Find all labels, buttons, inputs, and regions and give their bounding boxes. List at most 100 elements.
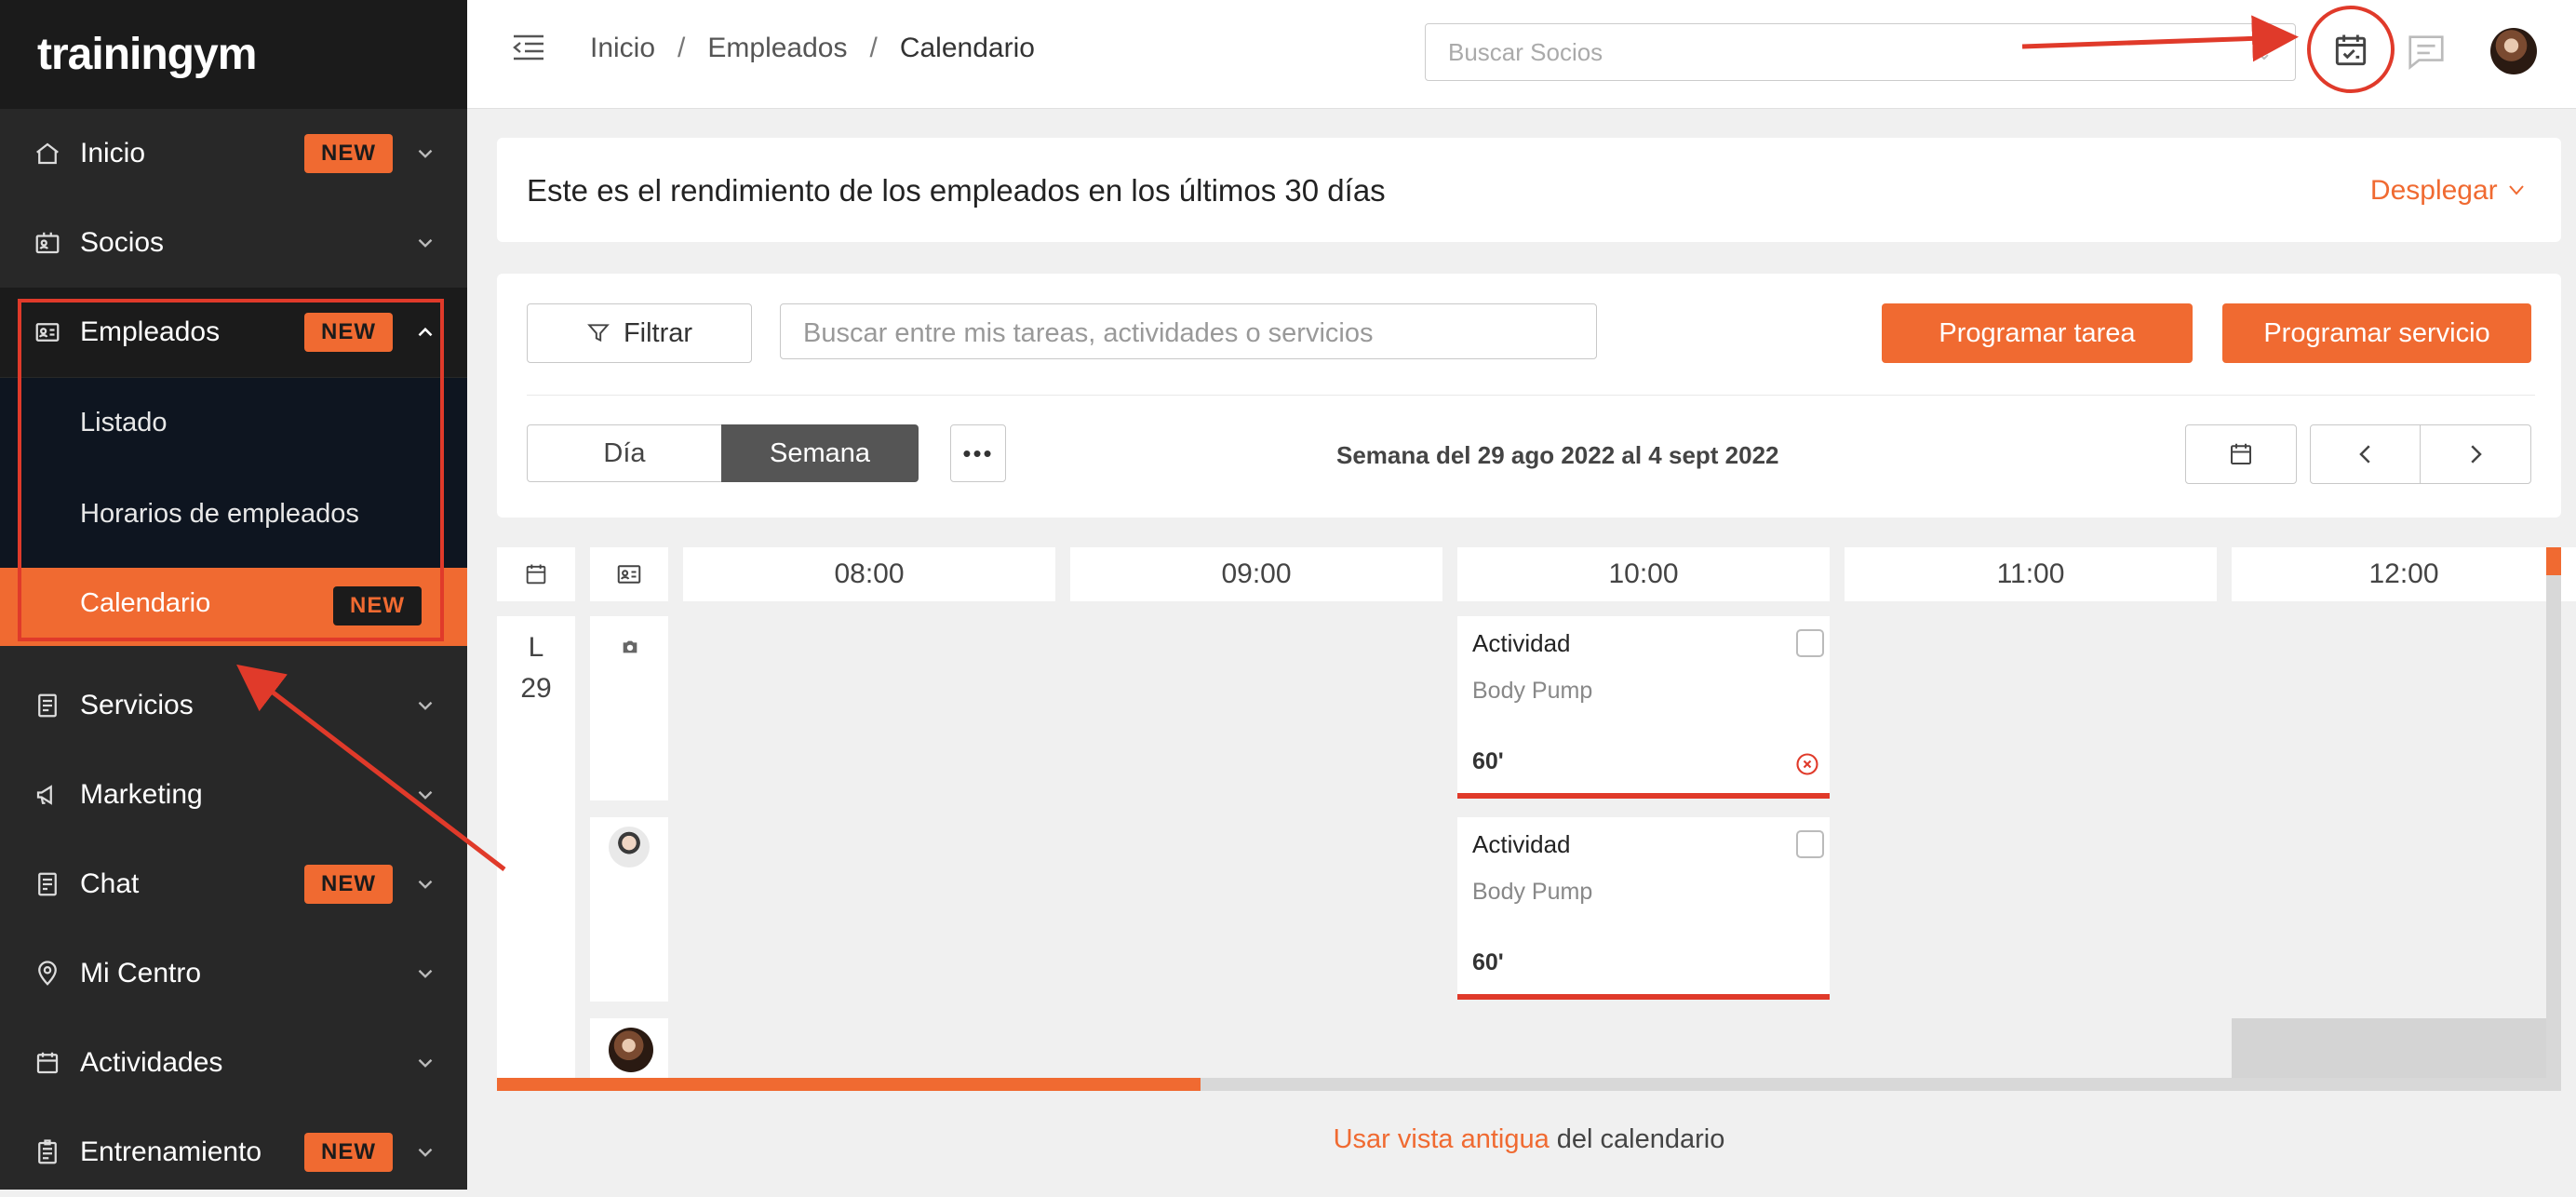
sidebar-item-inicio[interactable]: Inicio NEW <box>0 109 467 198</box>
more-options-button[interactable]: ••• <box>950 424 1006 482</box>
chevron-down-icon: ⌄ <box>2255 41 2273 64</box>
new-badge: NEW <box>304 1133 393 1172</box>
schedule-service-button[interactable]: Programar servicio <box>2222 303 2531 363</box>
message-icon[interactable] <box>2405 30 2448 73</box>
calendar-toolbar: Filtrar Buscar entre mis tareas, activid… <box>497 274 2561 518</box>
new-badge: NEW <box>304 865 393 904</box>
breadcrumb: Inicio / Empleados / Calendario <box>590 33 1035 64</box>
clipboard-icon <box>34 1138 61 1166</box>
event-name: Body Pump <box>1472 678 1593 704</box>
previous-week-button[interactable] <box>2310 424 2422 484</box>
chevron-down-icon <box>418 969 433 978</box>
chevron-down-icon <box>418 238 433 248</box>
sidebar-item-label: Inicio <box>80 138 146 168</box>
expand-link[interactable]: Desplegar <box>2370 175 2528 207</box>
home-icon <box>34 140 61 168</box>
breadcrumb-separator: / <box>678 33 686 63</box>
calendar-grid: 08:00 09:00 10:00 11:00 12:00 L 29 Activ… <box>497 545 2576 1080</box>
filter-label: Filtrar <box>623 317 693 348</box>
filter-icon <box>587 324 610 343</box>
menu-collapse-icon[interactable] <box>512 34 545 61</box>
sidebar-item-label: Mi Centro <box>80 958 202 989</box>
new-badge: NEW <box>304 134 393 173</box>
view-week-button[interactable]: Semana <box>721 424 919 482</box>
footer-text: del calendario <box>1549 1124 1725 1154</box>
sidebar-item-mi-centro[interactable]: Mi Centro <box>0 929 467 1018</box>
filter-button[interactable]: Filtrar <box>527 303 752 363</box>
camera-icon <box>623 640 637 653</box>
vertical-scrollbar[interactable] <box>2546 547 2561 1091</box>
horizontal-scrollbar[interactable] <box>497 1078 2546 1091</box>
employee-cell <box>590 616 668 800</box>
sidebar-item-label: Servicios <box>80 690 194 720</box>
hour-header: 09:00 <box>1070 547 1442 601</box>
brand-logo: trainingym <box>0 0 467 109</box>
chevron-right-icon <box>2471 445 2482 464</box>
day-cell: L 29 <box>497 616 575 1080</box>
calendar-event[interactable]: Actividad Body Pump 60' <box>1457 817 1830 1000</box>
hour-header: 11:00 <box>1845 547 2217 601</box>
breadcrumb-empleados[interactable]: Empleados <box>707 33 847 64</box>
task-search-input[interactable]: Buscar entre mis tareas, actividades o s… <box>780 303 1597 359</box>
sidebar-item-label: Marketing <box>80 779 203 810</box>
horizontal-scrollbar-thumb[interactable] <box>497 1078 1201 1091</box>
view-day-button[interactable]: Día <box>527 424 722 482</box>
calendar-icon <box>526 564 546 585</box>
chevron-down-icon <box>418 1148 433 1157</box>
sidebar-item-chat[interactable]: Chat NEW <box>0 840 467 929</box>
employee-column-header <box>590 547 668 601</box>
cancel-circle-icon[interactable] <box>1794 751 1820 777</box>
event-type: Actividad <box>1472 830 1571 858</box>
day-letter: L <box>528 632 544 663</box>
chevron-down-icon <box>418 1058 433 1068</box>
schedule-task-button[interactable]: Programar tarea <box>1882 303 2193 363</box>
chevron-down-icon <box>418 790 433 800</box>
hour-header: 12:00 <box>2232 547 2576 601</box>
employee-card-icon <box>617 565 641 584</box>
employee-avatar[interactable] <box>609 1028 653 1072</box>
document-icon <box>34 692 61 720</box>
top-bar: Inicio / Empleados / Calendario Buscar S… <box>467 0 2576 109</box>
employee-cell <box>590 1018 668 1080</box>
event-duration: 60' <box>1472 949 1504 975</box>
sidebar-item-entrenamiento[interactable]: Entrenamiento NEW <box>0 1108 467 1197</box>
event-checkbox[interactable] <box>1796 629 1824 657</box>
annotation-highlight-circle <box>2307 6 2395 93</box>
sidebar-item-actividades[interactable]: Actividades <box>0 1018 467 1108</box>
id-card-icon <box>34 229 61 257</box>
vertical-scrollbar-thumb[interactable] <box>2546 547 2561 575</box>
employee-cell <box>590 817 668 1002</box>
chevron-down-icon <box>418 880 433 889</box>
week-range-label: Semana del 29 ago 2022 al 4 sept 2022 <box>1336 441 1779 469</box>
chevron-left-icon <box>2359 445 2370 464</box>
member-search-input[interactable]: Buscar Socios ⌄ <box>1425 23 2296 81</box>
next-week-button[interactable] <box>2420 424 2531 484</box>
annotation-highlight-box <box>18 299 444 641</box>
sidebar-item-label: Entrenamiento <box>80 1136 262 1167</box>
sidebar-item-servicios[interactable]: Servicios <box>0 661 467 750</box>
user-avatar[interactable] <box>2490 28 2537 74</box>
breadcrumb-calendario: Calendario <box>899 33 1035 63</box>
sidebar-item-marketing[interactable]: Marketing <box>0 750 467 840</box>
calendar-icon <box>34 1049 61 1077</box>
chevron-down-icon <box>418 149 433 158</box>
day-number: 29 <box>520 673 552 704</box>
calendar-event[interactable]: Actividad Body Pump 60' <box>1457 616 1830 799</box>
chat-document-icon <box>34 870 61 898</box>
chevron-down-icon <box>2509 185 2524 195</box>
event-duration: 60' <box>1472 748 1504 774</box>
old-view-link[interactable]: Usar vista antigua <box>1334 1124 1550 1154</box>
task-search-placeholder: Buscar entre mis tareas, actividades o s… <box>803 318 1374 348</box>
event-checkbox[interactable] <box>1796 830 1824 858</box>
employee-avatar[interactable] <box>609 827 650 867</box>
breadcrumb-inicio[interactable]: Inicio <box>590 33 655 64</box>
hour-header: 08:00 <box>683 547 1055 601</box>
performance-title: Este es el rendimiento de los empleados … <box>527 173 1386 208</box>
calendar-icon <box>2231 443 2251 464</box>
hour-header: 10:00 <box>1457 547 1830 601</box>
event-name: Body Pump <box>1472 879 1593 905</box>
sidebar-item-socios[interactable]: Socios <box>0 198 467 288</box>
breadcrumb-separator: / <box>869 33 878 63</box>
date-picker-button[interactable] <box>2185 424 2297 484</box>
footer: Usar vista antigua del calendario <box>497 1124 2561 1155</box>
